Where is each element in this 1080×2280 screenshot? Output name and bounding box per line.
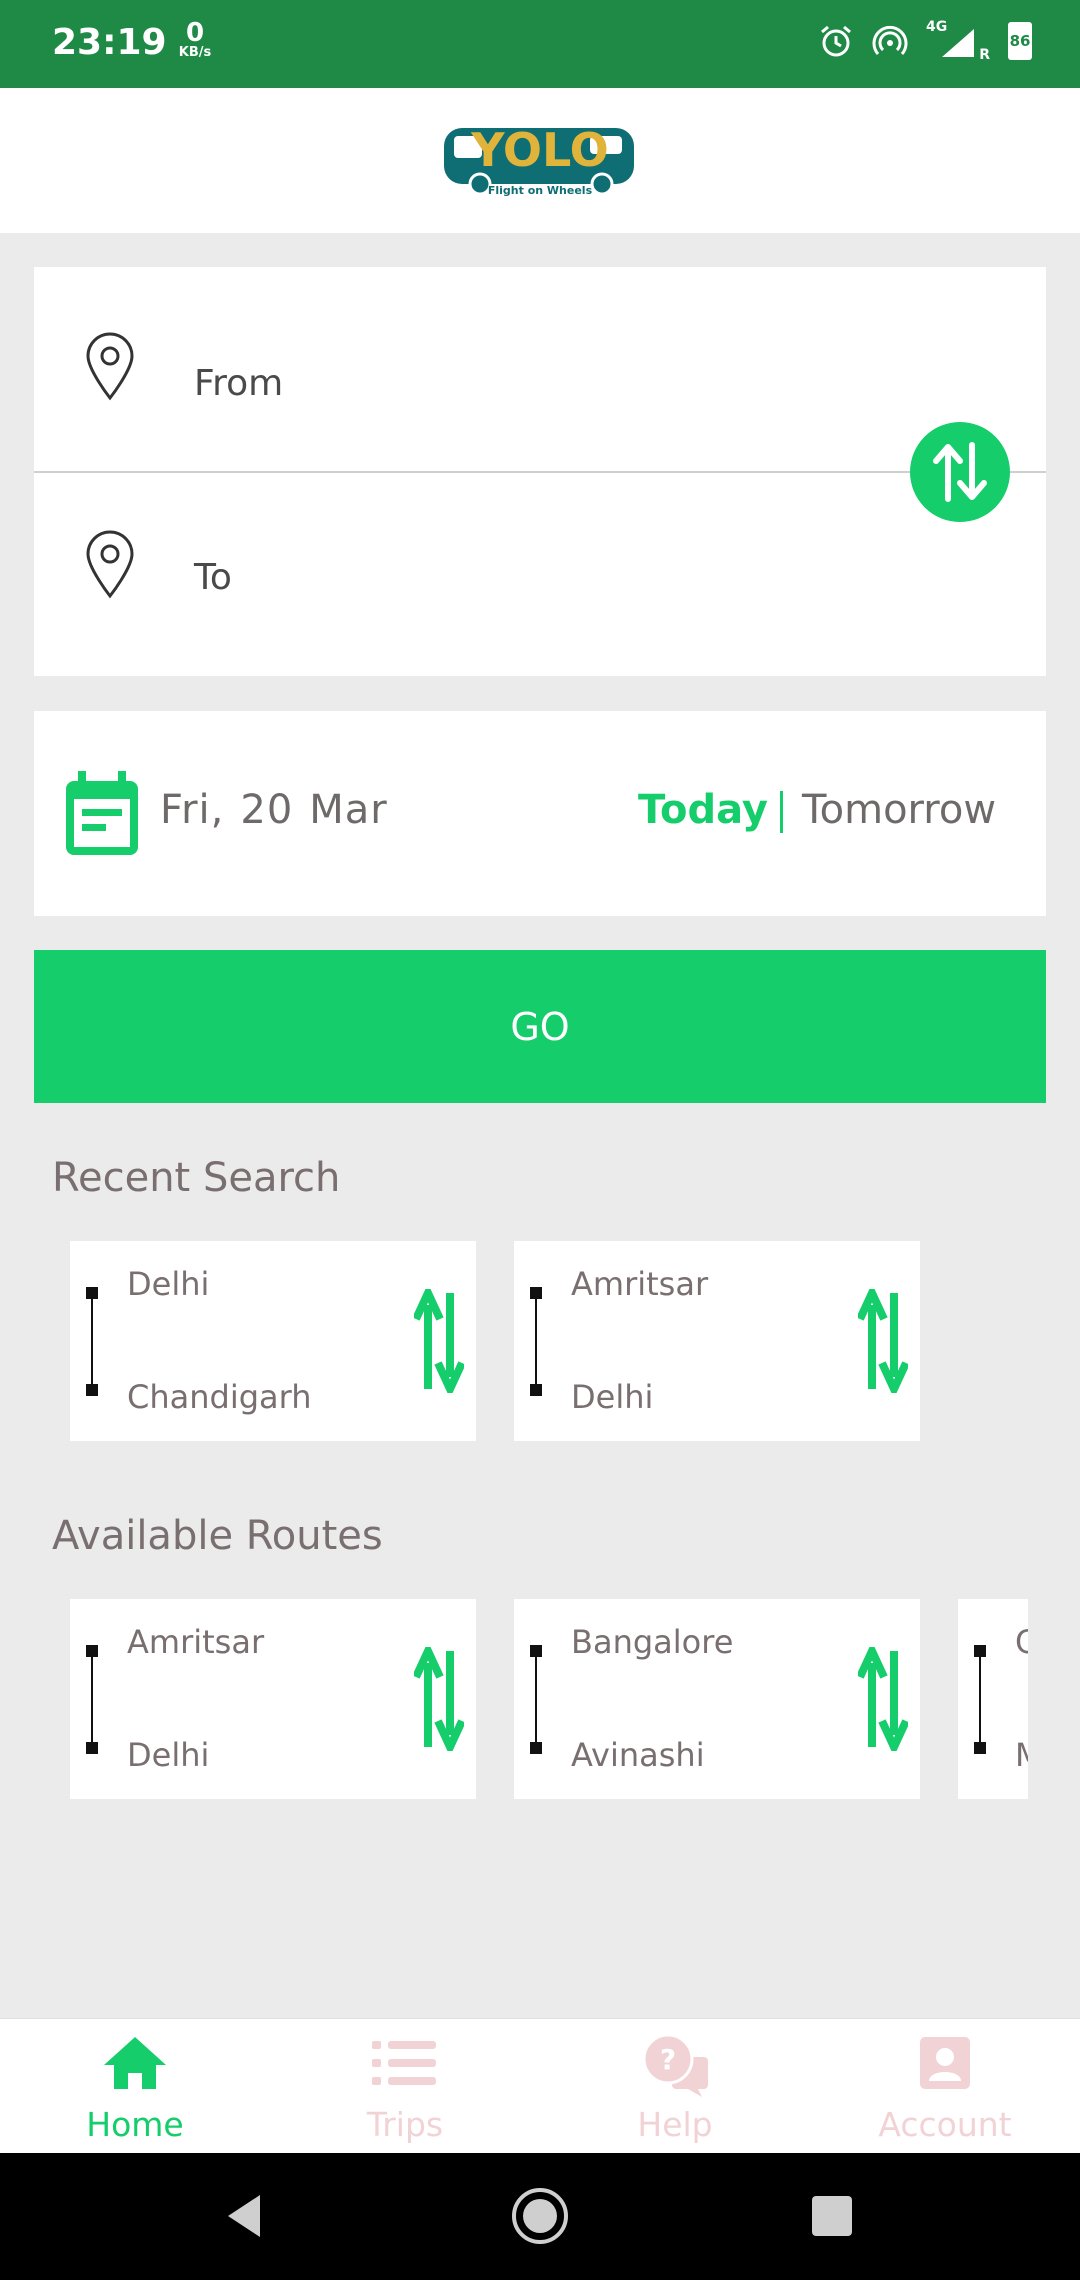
home-circle-icon[interactable] bbox=[510, 2186, 570, 2246]
system-navigation-bar bbox=[0, 2153, 1080, 2280]
svg-text:?: ? bbox=[660, 2043, 676, 2076]
home-icon bbox=[104, 2037, 166, 2089]
app-header: YOLO Flight on Wheels bbox=[0, 88, 1080, 233]
route-to: Delhi bbox=[127, 1736, 210, 1774]
route-to: Delhi bbox=[571, 1378, 654, 1416]
location-pin-icon bbox=[86, 332, 134, 401]
date-selection-card: Fri, 20 Mar Today Tomorrow bbox=[34, 711, 1046, 916]
route-to: Chandigarh bbox=[127, 1378, 312, 1416]
route-selection-card: From To bbox=[34, 267, 1046, 676]
available-route-card[interactable]: C M bbox=[958, 1599, 1028, 1799]
tomorrow-option[interactable]: Tomorrow bbox=[802, 787, 996, 833]
list-icon bbox=[372, 2041, 436, 2085]
network-speed: 0 KB/s bbox=[178, 18, 212, 60]
swap-arrows-icon bbox=[414, 1289, 464, 1393]
back-icon[interactable] bbox=[220, 2191, 270, 2241]
from-placeholder: From bbox=[194, 363, 284, 404]
separator bbox=[780, 791, 783, 833]
today-option[interactable]: Today bbox=[638, 787, 768, 833]
recents-icon[interactable] bbox=[810, 2194, 854, 2238]
go-button[interactable]: GO bbox=[34, 950, 1046, 1103]
alarm-icon bbox=[821, 25, 851, 57]
status-time: 23:19 bbox=[52, 22, 167, 63]
selected-date[interactable]: Fri, 20 Mar bbox=[160, 787, 404, 833]
swap-arrows-icon bbox=[933, 442, 987, 502]
status-bar: 23:19 0 KB/s 4G R 86 bbox=[0, 0, 1080, 88]
help-chat-icon: ? bbox=[642, 2033, 708, 2097]
swap-arrows-icon bbox=[414, 1647, 464, 1751]
bottom-navigation: Home Trips ? Help Account bbox=[0, 2018, 1080, 2154]
route-to: Avinashi bbox=[571, 1736, 705, 1774]
available-route-card[interactable]: Bangalore Avinashi bbox=[514, 1599, 920, 1799]
route-to: M bbox=[1015, 1736, 1028, 1774]
location-pin-icon bbox=[86, 530, 134, 599]
account-icon bbox=[920, 2037, 970, 2089]
nav-trips[interactable]: Trips bbox=[270, 2019, 540, 2154]
hotspot-icon bbox=[872, 25, 908, 55]
route-from: Delhi bbox=[127, 1265, 210, 1303]
swap-locations-button[interactable] bbox=[910, 422, 1010, 522]
available-routes-title: Available Routes bbox=[52, 1513, 383, 1559]
nav-account[interactable]: Account bbox=[810, 2019, 1080, 2154]
from-field[interactable]: From bbox=[34, 267, 1046, 467]
status-icons: 4G R 86 bbox=[818, 19, 1032, 63]
recent-search-card[interactable]: Delhi Chandigarh bbox=[70, 1241, 476, 1441]
swap-arrows-icon bbox=[858, 1289, 908, 1393]
signal-icon: 4G R bbox=[926, 19, 990, 63]
svg-text:YOLO: YOLO bbox=[470, 123, 609, 177]
route-from: Amritsar bbox=[127, 1623, 265, 1661]
recent-search-title: Recent Search bbox=[52, 1155, 341, 1201]
swap-arrows-icon bbox=[858, 1647, 908, 1751]
svg-text:Flight on Wheels: Flight on Wheels bbox=[488, 184, 593, 197]
to-placeholder: To bbox=[194, 557, 232, 598]
route-from: C bbox=[1015, 1623, 1028, 1661]
route-from: Amritsar bbox=[571, 1265, 709, 1303]
route-from: Bangalore bbox=[571, 1623, 734, 1661]
calendar-icon[interactable] bbox=[62, 769, 142, 859]
to-field[interactable]: To bbox=[34, 473, 1046, 673]
yolo-logo: YOLO Flight on Wheels bbox=[444, 123, 634, 197]
available-route-card[interactable]: Amritsar Delhi bbox=[70, 1599, 476, 1799]
nav-home[interactable]: Home bbox=[0, 2019, 270, 2154]
battery-icon: 86 bbox=[1008, 22, 1032, 60]
recent-search-card[interactable]: Amritsar Delhi bbox=[514, 1241, 920, 1441]
nav-help[interactable]: ? Help bbox=[540, 2019, 810, 2154]
